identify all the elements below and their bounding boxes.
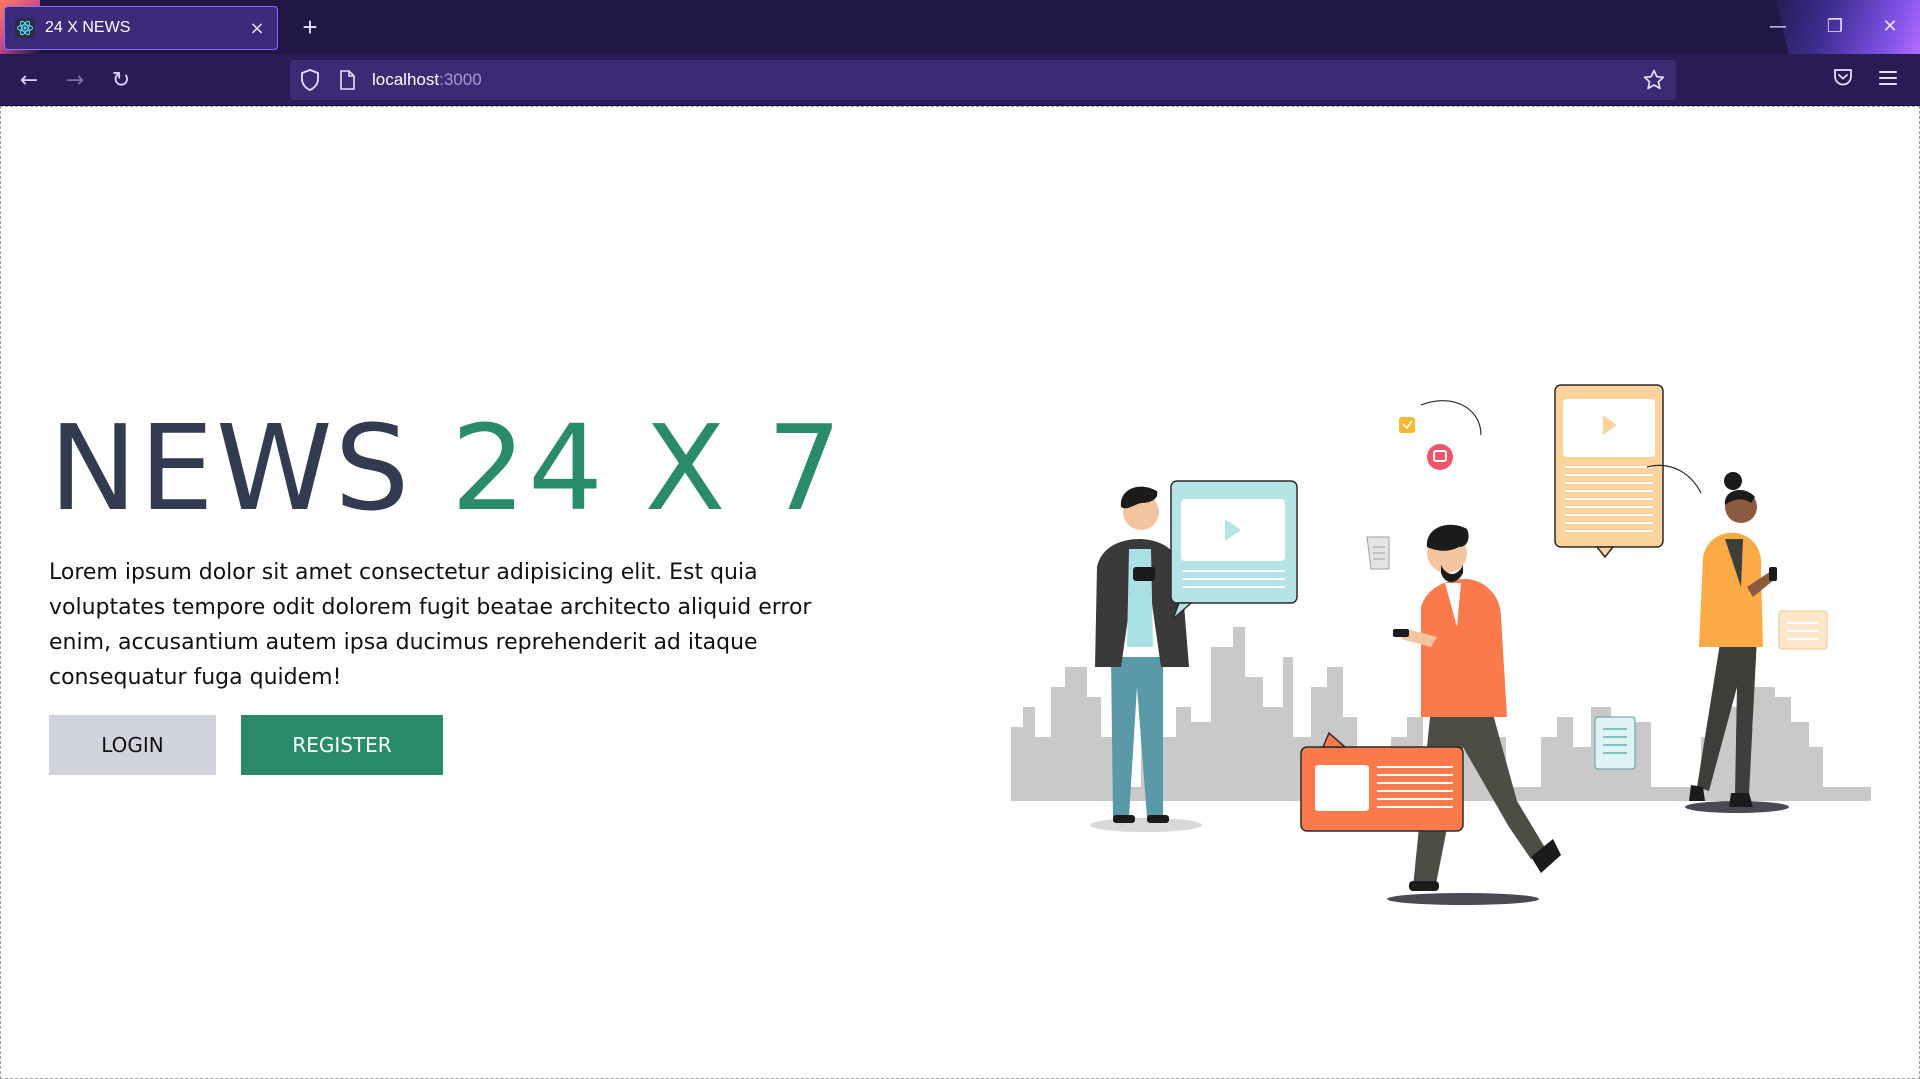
hero-description: Lorem ipsum dolor sit amet consectetur a… [49,560,812,690]
video-bubble-peach [1554,384,1664,559]
new-tab-button[interactable]: + [294,12,326,44]
hero-title: NEWS 24 X 7 [49,403,869,533]
hero-title-247: 24 X 7 [450,399,845,537]
react-atom-icon [15,18,35,38]
hero-section: NEWS 24 X 7 Lorem ipsum dolor sit amet c… [49,403,869,775]
page-viewport: NEWS 24 X 7 Lorem ipsum dolor sit amet c… [0,106,1920,1079]
hero-illustration [1011,384,1871,905]
forward-button[interactable]: → [58,64,92,98]
tab-title: 24 X NEWS [45,19,131,36]
browser-titlebar: 24 X NEWS × + — ❐ ✕ [0,0,1920,54]
reload-button[interactable]: ↻ [104,64,138,98]
page-icon [340,70,355,90]
minimize-button[interactable]: — [1758,10,1798,44]
url-host: localhost [372,70,440,89]
browser-navbar: ← → ↻ localhost:3000 [0,54,1920,106]
register-button[interactable]: REGISTER [241,715,443,775]
address-bar[interactable]: localhost:3000 [290,60,1676,100]
hero-buttons: LOGIN REGISTER [49,715,869,775]
browser-tab-active[interactable]: 24 X NEWS × [4,6,278,50]
star-icon[interactable] [1642,68,1666,92]
video-bubble-teal [1170,480,1298,620]
back-button[interactable]: ← [12,64,46,98]
close-window-button[interactable]: ✕ [1870,10,1910,44]
shield-icon[interactable] [300,69,320,91]
hero-title-news: NEWS [49,399,412,537]
restore-button[interactable]: ❐ [1815,10,1855,44]
tab-close-icon[interactable]: × [247,18,267,39]
pocket-icon[interactable] [1832,66,1854,88]
news-bubble-orange [1300,731,1464,832]
hamburger-menu-icon[interactable] [1876,66,1900,90]
person-middle [1387,524,1561,905]
url-text: localhost:3000 [372,70,482,90]
url-port: :3000 [439,70,482,89]
login-button[interactable]: LOGIN [49,715,216,775]
